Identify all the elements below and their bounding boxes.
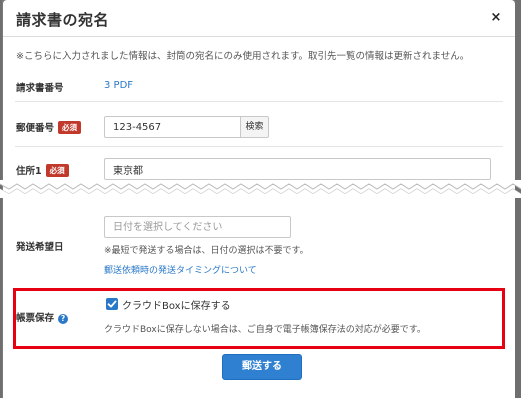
send-by-mail-button[interactable]: 郵送する xyxy=(222,354,302,380)
required-badge: 必須 xyxy=(45,164,69,177)
delivery-date-hint: ※最短で発送する場合は、日付の選択は不要です。 xyxy=(104,246,309,256)
info-notice: ※こちらに入力されました情報は、封筒の宛名にのみ使用されます。取引先一覧の情報は… xyxy=(16,51,470,62)
invoice-number-label: 請求書番号 xyxy=(16,83,64,94)
postal-code-input[interactable] xyxy=(104,116,241,138)
postal-code-label: 郵便番号 必須 xyxy=(16,120,82,134)
postal-code-label-text: 郵便番号 xyxy=(16,123,55,134)
address1-input[interactable] xyxy=(104,158,491,180)
address1-label-text: 住所1 xyxy=(16,166,42,177)
address-search-button[interactable]: 検索 xyxy=(240,116,269,138)
divider xyxy=(15,146,503,147)
invoice-recipient-dialog: 請求書の宛名 × ※こちらに入力されました情報は、封筒の宛名にのみ使用されます。… xyxy=(3,0,515,398)
delivery-date-input[interactable] xyxy=(104,216,291,238)
divider xyxy=(15,101,503,102)
close-button[interactable]: × xyxy=(489,11,503,25)
content-break-zigzag xyxy=(0,180,521,198)
document-storage-highlight xyxy=(13,288,505,349)
required-badge: 必須 xyxy=(58,121,82,134)
address1-label: 住所1 必須 xyxy=(16,163,69,177)
delivery-date-label: 発送希望日 xyxy=(16,242,64,253)
invoice-pdf-link[interactable]: 3 PDF xyxy=(104,80,133,91)
dialog-title: 請求書の宛名 xyxy=(16,11,110,29)
dialog-header: 請求書の宛名 × xyxy=(3,0,515,37)
shipping-timing-link[interactable]: 郵送依頼時の発送タイミングについて xyxy=(104,263,257,276)
